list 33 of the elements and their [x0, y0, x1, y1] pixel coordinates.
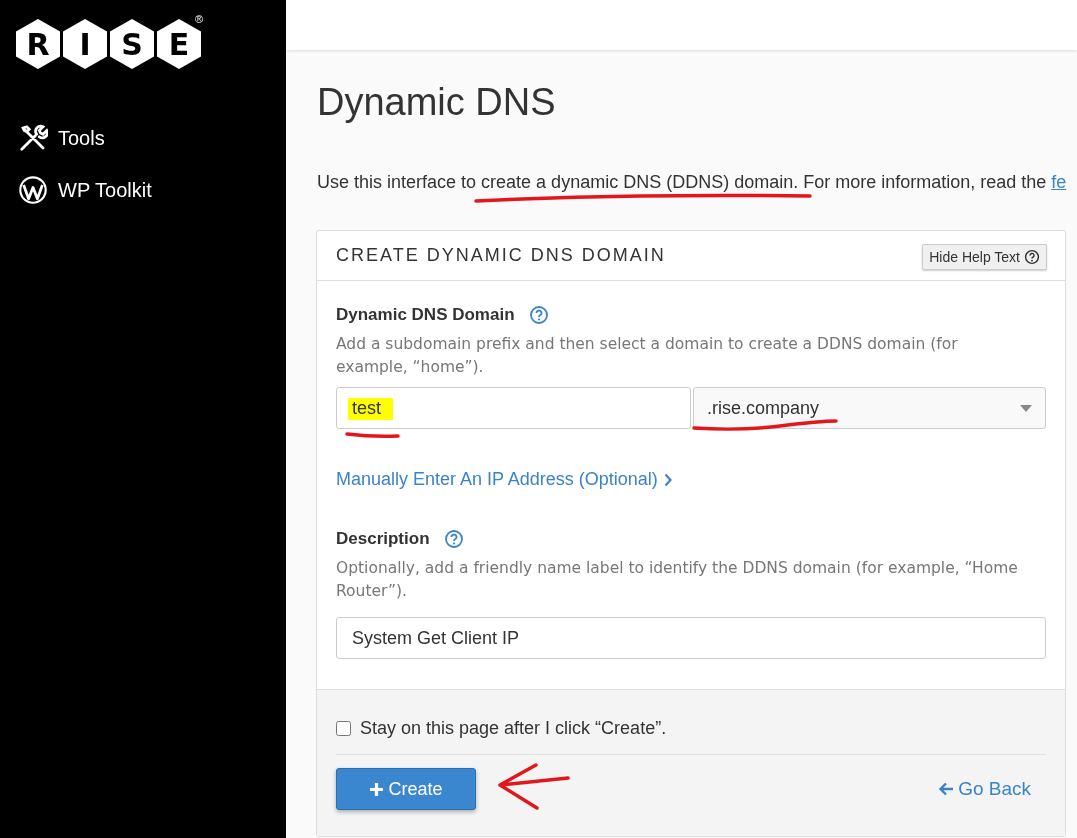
logo-letter: I: [63, 19, 107, 69]
panel-title: CREATE DYNAMIC DNS DOMAIN: [336, 245, 666, 266]
arrow-drawing: [498, 763, 570, 810]
chevron-icon: [663, 472, 672, 487]
manual-ip-link[interactable]: Manually Enter An IP Address (Optional): [336, 469, 672, 490]
help-icon: [1024, 248, 1040, 265]
hide-help-button[interactable]: Hide Help Text: [922, 243, 1047, 270]
intro-text: Use this interface to create a dynamic DNS (DDNS) domain. For more information, read the: [317, 172, 1047, 193]
w-circle-icon: [18, 175, 48, 205]
field-label: Dynamic DNS Domain: [336, 305, 515, 325]
help-icon[interactable]: [528, 305, 549, 325]
field-label: Description: [336, 529, 430, 549]
checkbox-label: Stay on this page after I click “Create”.: [360, 717, 667, 739]
logo-letter: S: [110, 19, 154, 69]
domain-select[interactable]: .rise.company: [693, 387, 1046, 429]
page-title: Dynamic DNS: [317, 82, 557, 122]
input-field[interactable]: test: [336, 387, 691, 429]
left-arrow-icon: [938, 782, 955, 796]
docs-link[interactable]: fe: [1051, 172, 1067, 193]
plus-icon: [369, 781, 385, 797]
create-button[interactable]: Create: [336, 768, 476, 810]
sidebar-item[interactable]: Tools: [0, 121, 286, 155]
logo-letter: R: [16, 19, 60, 69]
go-back-link[interactable]: Go Back: [938, 778, 1031, 800]
help-icon[interactable]: [443, 529, 464, 549]
tools-icon: [18, 123, 48, 153]
help-text: Add a subdomain prefix and then select a domain to create a DDNS domain (for example, “home”).: [336, 334, 959, 378]
underline-mark: [345, 432, 400, 438]
help-text: Optionally, add a friendly name label to identify the DDNS domain (for example, “Home Router”).: [336, 558, 1019, 602]
description-field[interactable]: System Get Client IP: [336, 617, 1046, 659]
sidebar-item[interactable]: WP Toolkit: [0, 173, 286, 207]
caret-icon: [1020, 404, 1032, 412]
checkbox[interactable]: [336, 720, 351, 736]
